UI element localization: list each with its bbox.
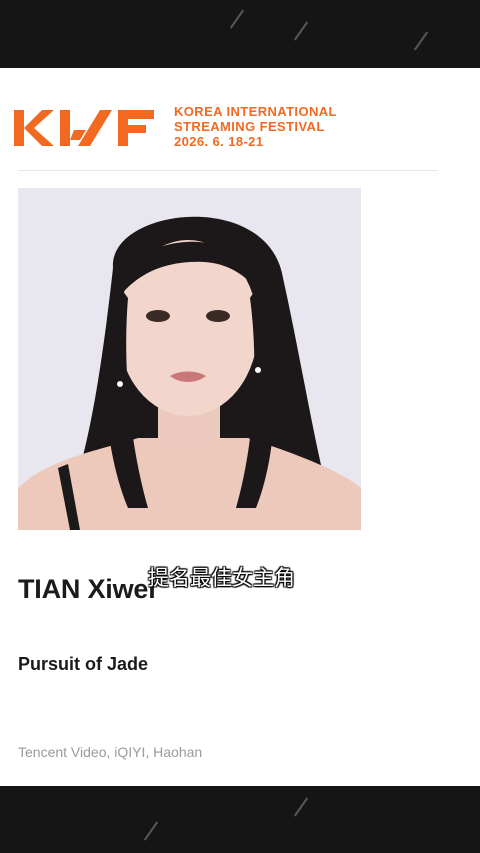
festival-name: KOREA INTERNATIONAL STREAMING FESTIVAL 2… — [174, 104, 337, 149]
top-letterbox — [0, 0, 480, 68]
divider — [18, 170, 438, 171]
nominee-photo — [18, 188, 361, 530]
nominee-name: TIAN Xiwei — [18, 574, 156, 604]
festival-dates: 2026. 6. 18-21 — [174, 134, 264, 149]
bottom-letterbox — [0, 786, 480, 853]
nominee-work: Pursuit of Jade — [18, 654, 149, 674]
nominee-card: KOREA INTERNATIONAL STREAMING FESTIVAL 2… — [0, 68, 480, 786]
festival-line-1: KOREA INTERNATIONAL — [174, 104, 337, 119]
portrait-image — [18, 188, 361, 530]
festival-logo: KOREA INTERNATIONAL STREAMING FESTIVAL 2… — [14, 104, 454, 156]
light-streak — [293, 21, 309, 41]
light-streak — [293, 797, 309, 817]
festival-line-2: STREAMING FESTIVAL — [174, 119, 325, 134]
light-streak — [143, 821, 159, 841]
light-streak — [413, 31, 429, 51]
nominee-platforms: Tencent Video, iQIYI, Haohan — [18, 744, 203, 760]
video-caption: 提名最佳女主角 — [148, 566, 295, 590]
light-streak — [229, 9, 245, 29]
kisf-logo-mark — [14, 110, 154, 146]
